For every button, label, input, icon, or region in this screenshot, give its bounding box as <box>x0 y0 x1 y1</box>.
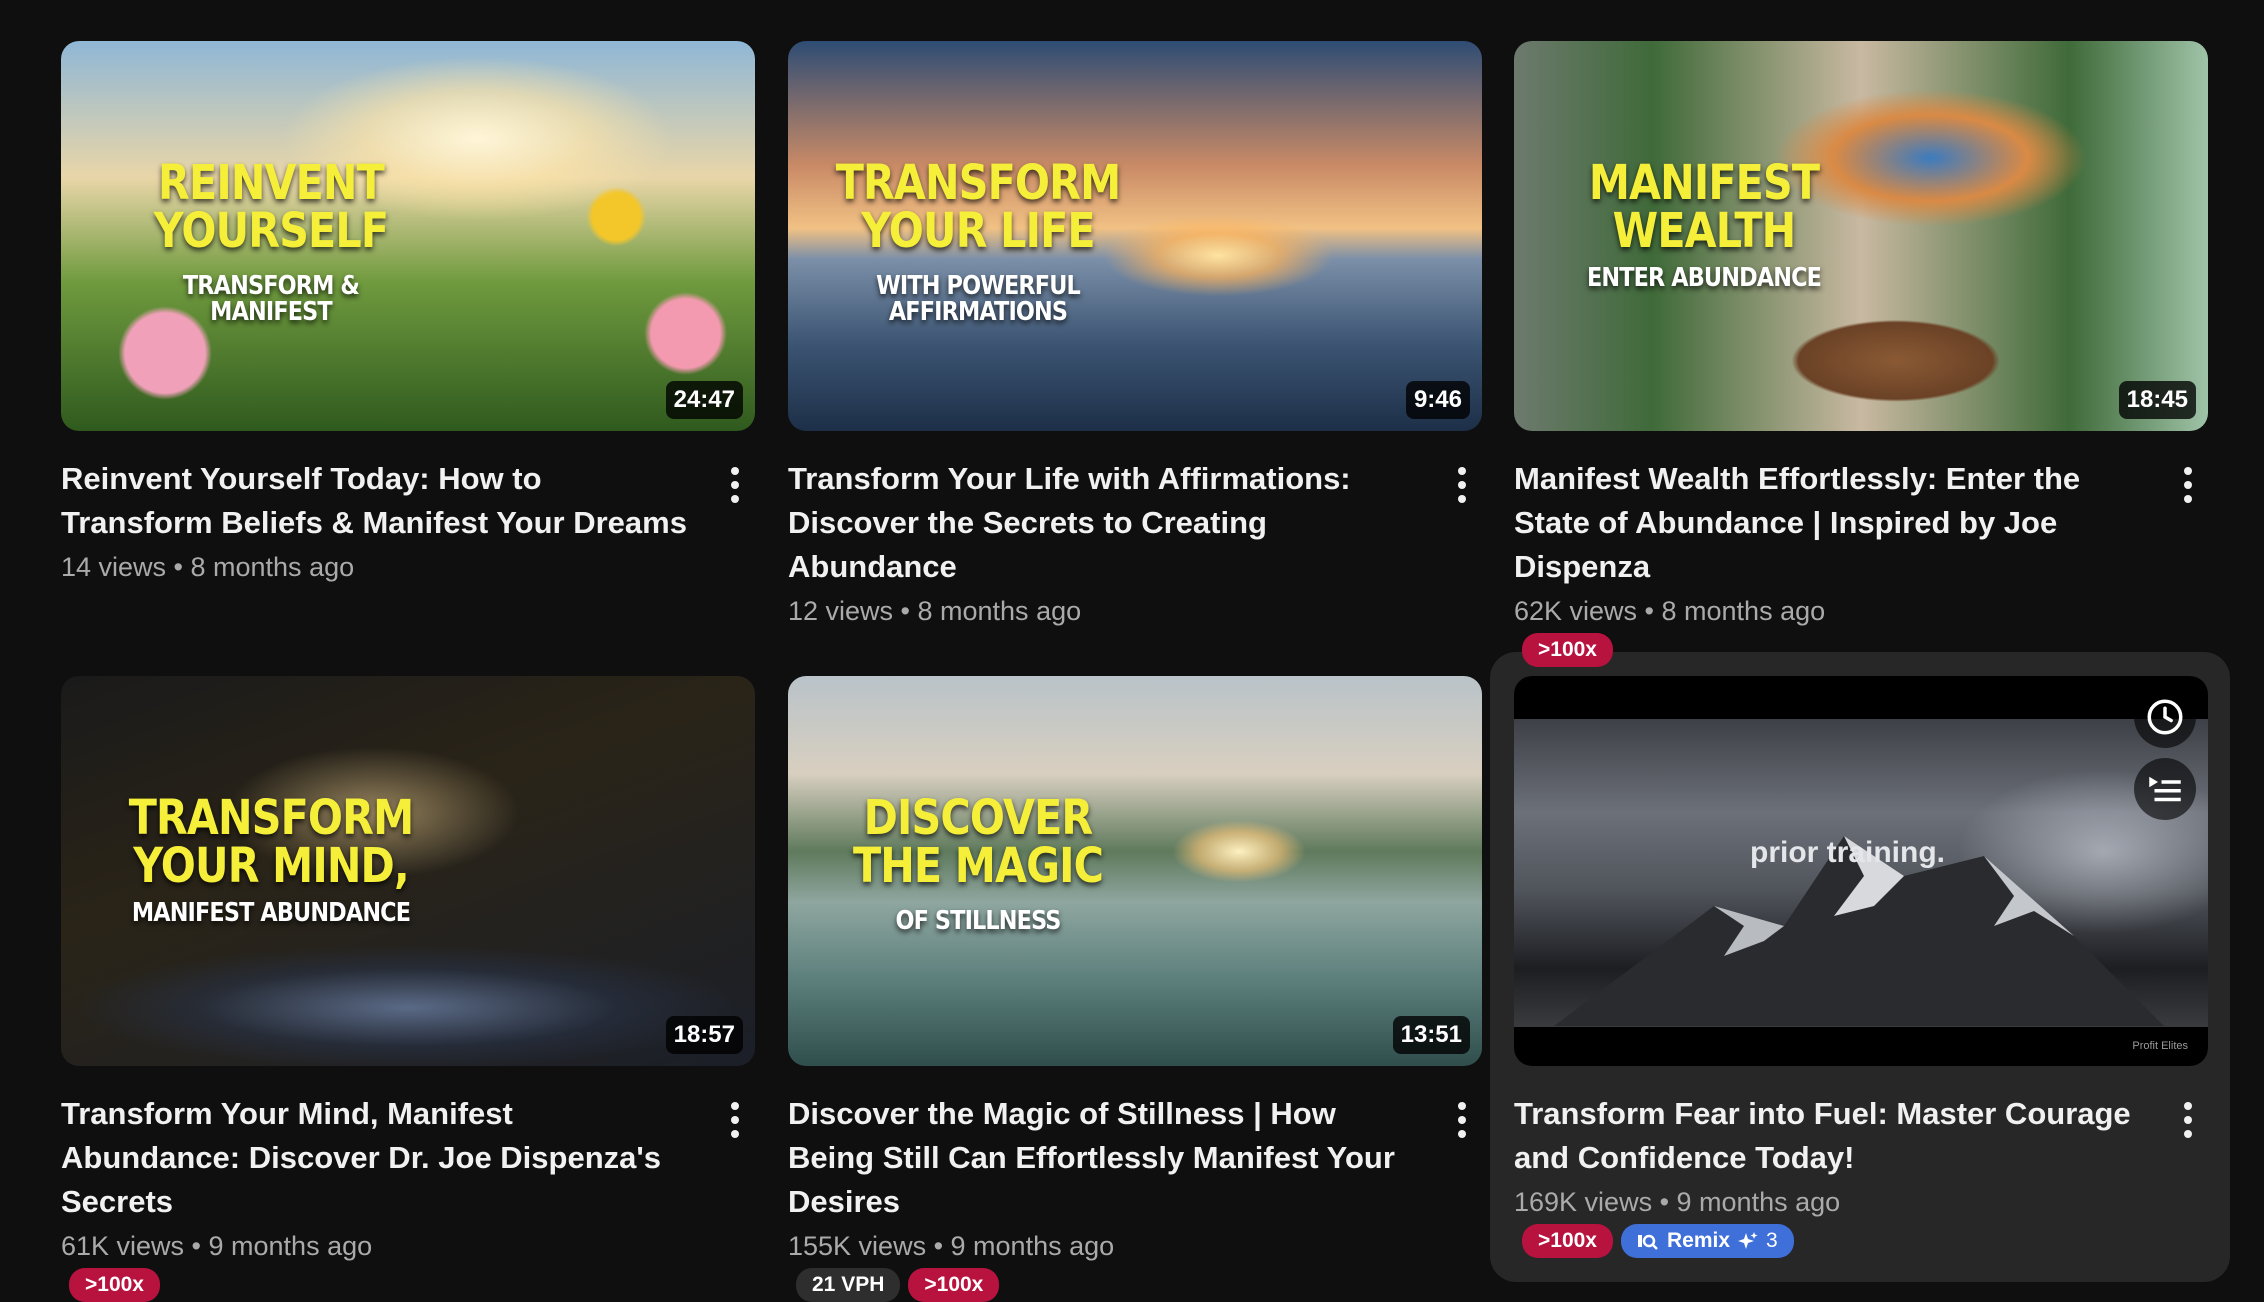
more-vertical-icon[interactable] <box>2176 463 2200 507</box>
video-title[interactable]: Reinvent Yourself Today: How to Transfor… <box>61 457 695 545</box>
more-vertical-icon[interactable] <box>2176 1098 2200 1142</box>
video-meta: 155K views • 9 months ago <box>788 1231 1115 1261</box>
video-meta: 62K views • 8 months ago <box>1514 596 1826 626</box>
video-thumbnail[interactable]: TRANSFORM YOUR LIFE WITH POWERFUL AFFIRM… <box>788 41 1482 431</box>
video-thumbnail[interactable]: REINVENT YOURSELF TRANSFORM & MANIFEST 2… <box>61 41 755 431</box>
video-title[interactable]: Manifest Wealth Effortlessly: Enter the … <box>1514 457 2148 589</box>
duration-badge: 18:45 <box>2118 381 2196 419</box>
video-thumbnail[interactable]: prior training. Profit Elites <box>1514 676 2208 1066</box>
outlier-badge[interactable]: >100x <box>69 1268 160 1302</box>
video-title[interactable]: Transform Fear into Fuel: Master Courage… <box>1514 1092 2148 1180</box>
mountain-graphic <box>1554 836 2164 1026</box>
video-card[interactable]: TRANSFORM YOUR LIFE WITH POWERFUL AFFIRM… <box>788 41 1482 629</box>
thumbnail-caption: prior training. <box>1750 836 1945 869</box>
thumbnail-headline: DISCOVER THE MAGIC <box>852 790 1104 894</box>
video-meta: 14 views • 8 months ago <box>61 552 355 582</box>
thumbnail-subheadline: OF STILLNESS <box>895 906 1061 936</box>
watch-later-button[interactable] <box>2134 686 2196 748</box>
video-card[interactable]: prior training. Profit Elites Transform … <box>1514 676 2208 1258</box>
video-title[interactable]: Transform Your Life with Affirmations: D… <box>788 457 1422 589</box>
more-vertical-icon[interactable] <box>723 1098 747 1142</box>
video-title[interactable]: Discover the Magic of Stillness | How Be… <box>788 1092 1422 1224</box>
sparkle-icon <box>1738 1232 1758 1249</box>
video-card[interactable]: DISCOVER THE MAGIC OF STILLNESS 13:51 Di… <box>788 676 1482 1302</box>
duration-badge: 18:57 <box>665 1016 743 1054</box>
outlier-badge[interactable]: >100x <box>1522 1224 1613 1258</box>
video-meta: 61K views • 9 months ago <box>61 1231 373 1261</box>
duration-badge: 24:47 <box>665 381 743 419</box>
video-thumbnail[interactable]: TRANSFORM YOUR MIND, MANIFEST ABUNDANCE … <box>61 676 755 1066</box>
thumbnail-headline: TRANSFORM YOUR MIND, <box>128 790 414 894</box>
video-card[interactable]: MANIFEST WEALTH ENTER ABUNDANCE 18:45 Ma… <box>1514 41 2208 667</box>
video-title[interactable]: Transform Your Mind, Manifest Abundance:… <box>61 1092 695 1224</box>
outlier-badge[interactable]: >100x <box>908 1268 1000 1302</box>
outlier-badge[interactable]: >100x <box>1522 633 1613 667</box>
duration-badge: 9:46 <box>1405 381 1470 419</box>
remix-button[interactable]: Remix 3 <box>1620 1224 1794 1258</box>
thumbnail-subheadline: TRANSFORM & MANIFEST <box>182 271 360 327</box>
video-thumbnail[interactable]: MANIFEST WEALTH ENTER ABUNDANCE 18:45 <box>1514 41 2208 431</box>
add-to-queue-button[interactable] <box>2134 758 2196 820</box>
vph-badge[interactable]: 21 VPH <box>796 1268 901 1302</box>
clock-icon <box>2147 699 2183 735</box>
more-vertical-icon[interactable] <box>1450 463 1474 507</box>
thumbnail-subheadline: MANIFEST ABUNDANCE <box>131 898 411 928</box>
more-vertical-icon[interactable] <box>723 463 747 507</box>
thumbnail-subheadline: ENTER ABUNDANCE <box>1586 263 1822 293</box>
add-to-queue-icon <box>2149 776 2181 802</box>
video-card[interactable]: TRANSFORM YOUR MIND, MANIFEST ABUNDANCE … <box>61 676 755 1302</box>
remix-count: 3 <box>1766 1229 1778 1252</box>
thumbnail-headline: TRANSFORM YOUR LIFE <box>835 155 1121 259</box>
remix-label: Remix <box>1666 1229 1731 1252</box>
remix-icon <box>1637 1234 1658 1250</box>
thumbnail-headline: REINVENT YOURSELF <box>153 155 389 259</box>
more-vertical-icon[interactable] <box>1450 1098 1474 1142</box>
video-meta: 12 views • 8 months ago <box>788 596 1082 626</box>
thumbnail-subheadline: WITH POWERFUL AFFIRMATIONS <box>876 271 1081 327</box>
video-thumbnail[interactable]: DISCOVER THE MAGIC OF STILLNESS 13:51 <box>788 676 1482 1066</box>
video-meta: 169K views • 9 months ago <box>1514 1187 1841 1217</box>
thumbnail-headline: MANIFEST WEALTH <box>1588 155 1820 259</box>
video-card[interactable]: REINVENT YOURSELF TRANSFORM & MANIFEST 2… <box>61 41 755 585</box>
thumbnail-watermark: Profit Elites <box>2132 1040 2188 1052</box>
duration-badge: 13:51 <box>1392 1016 1470 1054</box>
